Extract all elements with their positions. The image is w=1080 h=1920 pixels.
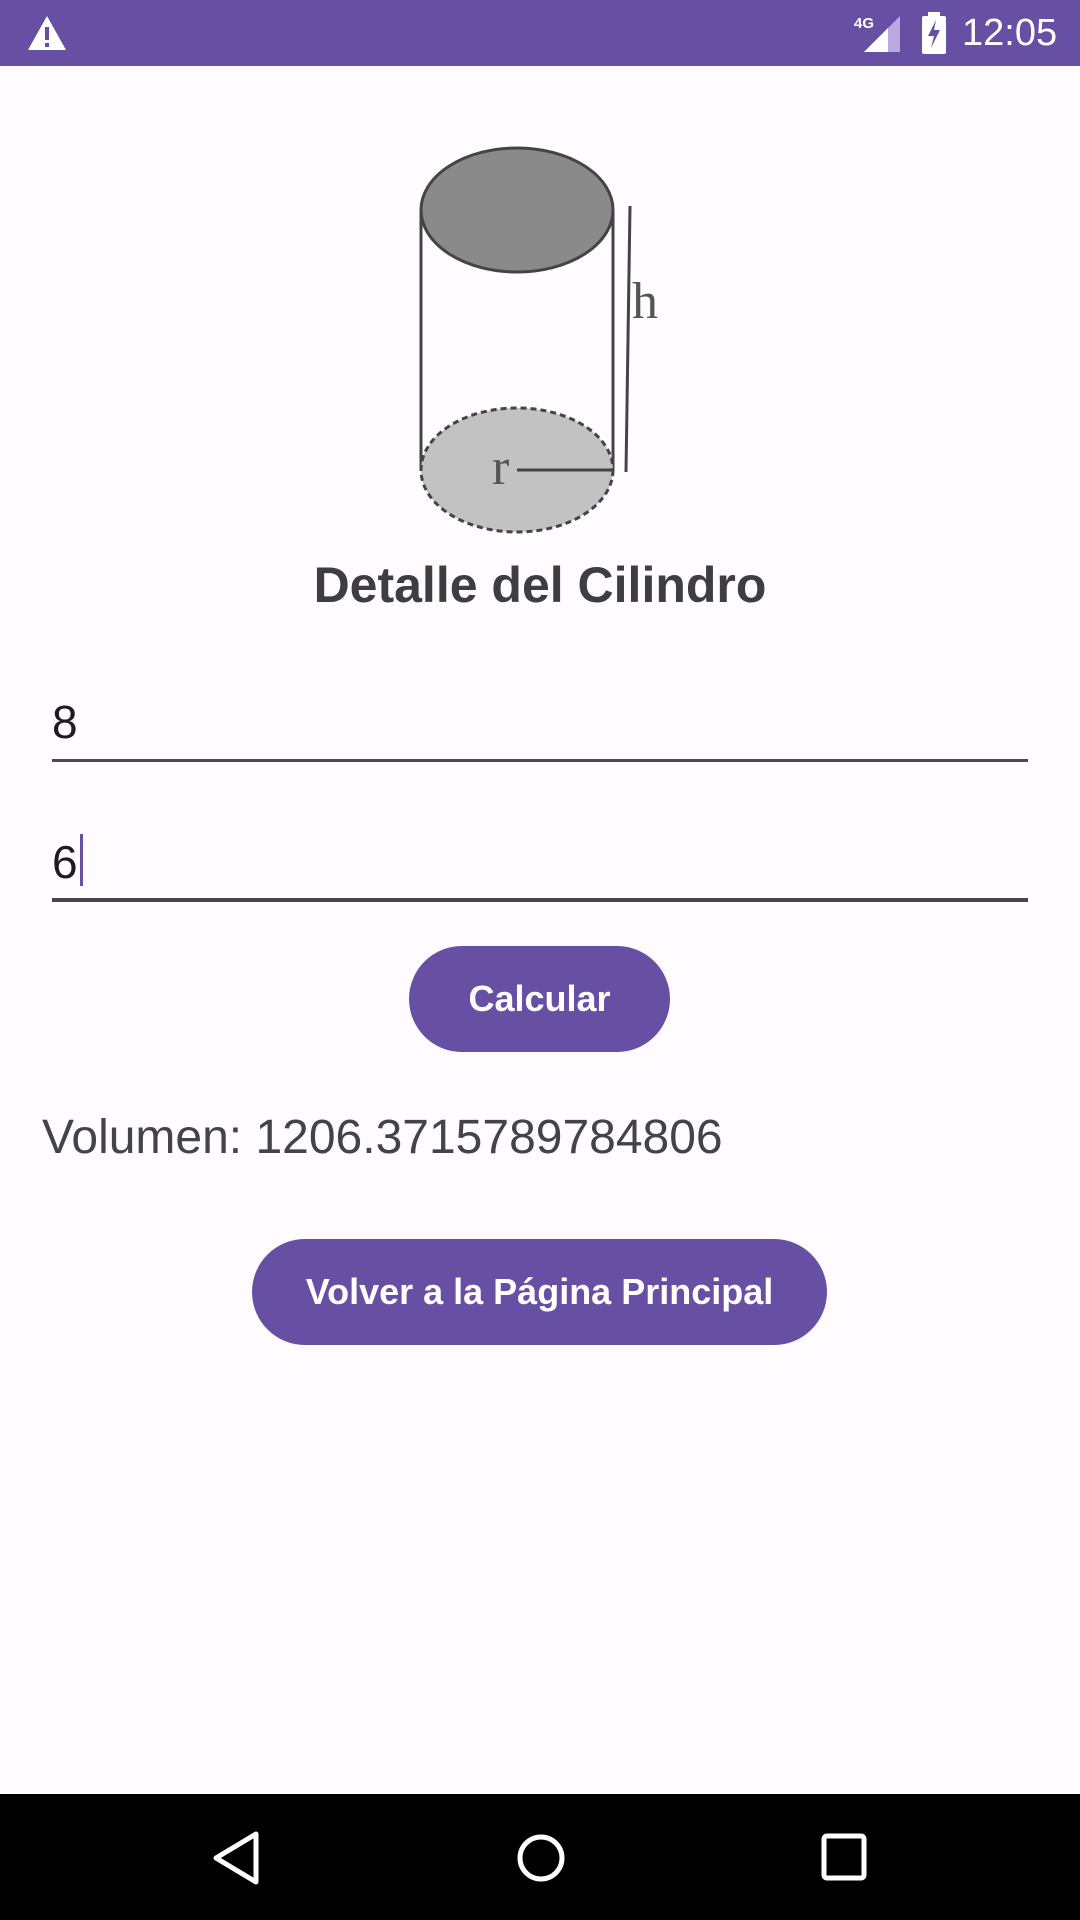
calculate-button[interactable]: Calcular <box>409 946 670 1052</box>
radius-label: r <box>492 439 509 496</box>
radius-field-value: 6 <box>52 832 83 892</box>
page-title: Detalle del Cilindro <box>313 557 767 613</box>
field-underline <box>52 759 1028 762</box>
back-to-main-button[interactable]: Volver a la Página Principal <box>252 1239 827 1345</box>
radius-field-text: 6 <box>52 836 78 888</box>
height-field-value: 8 <box>52 696 78 748</box>
height-field[interactable]: 8 <box>52 666 1028 762</box>
cylinder-diagram: h r <box>419 146 658 534</box>
signal-icon: 4G <box>854 15 900 52</box>
field-underline-focused <box>52 898 1028 902</box>
status-bar: 4G 12:05 <box>0 0 1080 66</box>
network-label: 4G <box>854 15 874 32</box>
volume-result: Volumen: 1206.3715789784806 <box>42 1111 723 1164</box>
radius-field[interactable]: 6 <box>52 806 1028 902</box>
text-cursor <box>79 834 83 886</box>
height-label: h <box>632 273 658 330</box>
back-icon[interactable] <box>210 1830 264 1886</box>
warning-icon <box>28 16 66 50</box>
navigation-bar <box>0 1794 1080 1920</box>
main-content: h r Detalle del Cilindro 8 6 Calcular Vo… <box>0 66 1080 1794</box>
status-time: 12:05 <box>962 12 1058 54</box>
home-icon[interactable] <box>514 1830 568 1886</box>
battery-charging-icon <box>922 12 946 54</box>
recents-icon[interactable] <box>820 1832 868 1882</box>
